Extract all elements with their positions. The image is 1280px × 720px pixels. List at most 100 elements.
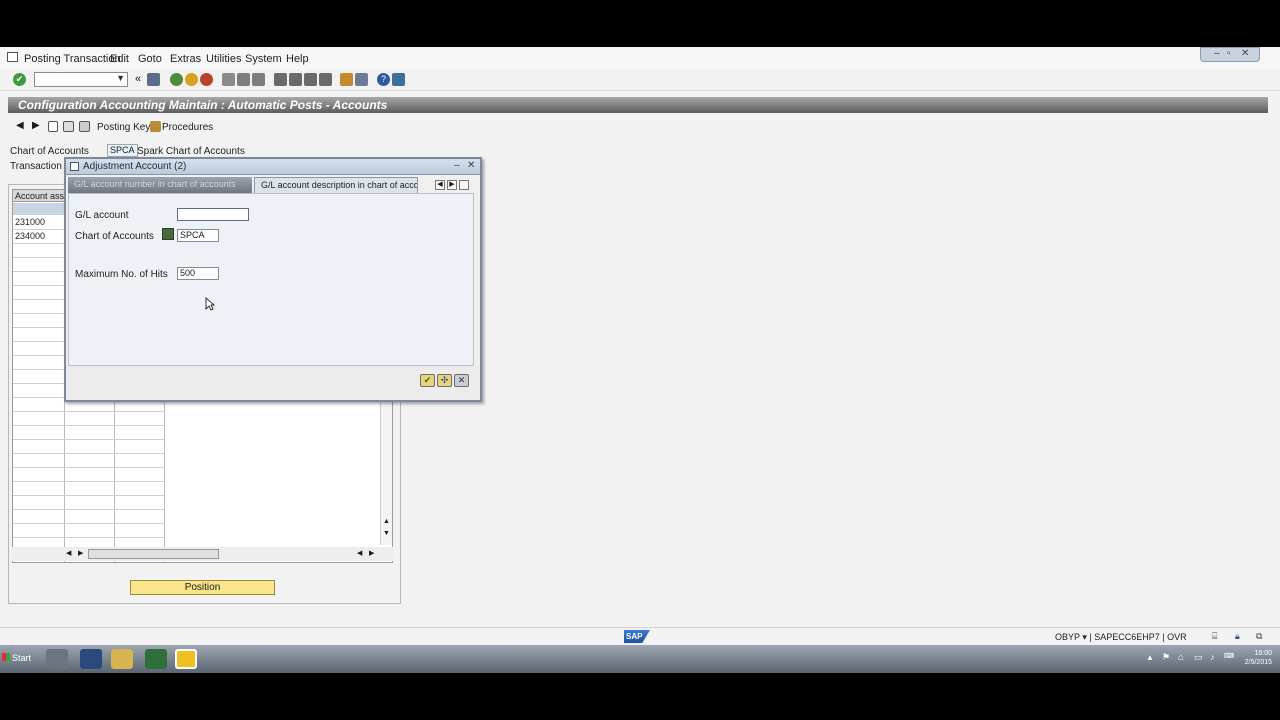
document-icon[interactable] <box>48 121 58 132</box>
scroll-thumb[interactable] <box>88 549 219 559</box>
procedures-button[interactable]: Procedures <box>162 122 213 133</box>
close-window-icon[interactable]: ✕ <box>1241 48 1249 59</box>
tab-gl-description[interactable]: G/L account description in chart of acco… <box>254 177 418 193</box>
menu-utilities[interactable]: Utilities <box>206 53 241 65</box>
chart-of-accounts-description: Spark Chart of Accounts <box>137 146 245 157</box>
menu-extras[interactable]: Extras <box>170 53 201 65</box>
sap-logon-icon[interactable] <box>175 649 197 669</box>
explorer-icon[interactable] <box>111 649 133 669</box>
volume-icon[interactable]: ♪ <box>1210 652 1215 662</box>
gl-account-input[interactable] <box>177 208 249 221</box>
exit-icon[interactable] <box>185 73 198 86</box>
procedures-icon <box>150 121 161 132</box>
dialog-tabs: G/L account number in chart of accounts … <box>68 177 476 193</box>
keyboard-icon[interactable]: ⌨ <box>1224 652 1234 660</box>
menu-edit[interactable]: Edit <box>110 53 129 65</box>
help-icon[interactable]: ? <box>377 73 390 86</box>
first-page-icon[interactable] <box>274 73 287 86</box>
scroll-left-icon[interactable]: ◀ <box>66 549 71 557</box>
sap-menu-icon[interactable] <box>7 52 18 62</box>
desktop-icon[interactable] <box>46 649 68 669</box>
table-icon[interactable] <box>79 121 90 132</box>
next-page-icon[interactable] <box>304 73 317 86</box>
cancel-icon[interactable] <box>200 73 213 86</box>
table-row[interactable]: 231000 <box>15 217 45 227</box>
new-session-icon[interactable] <box>340 73 353 86</box>
posting-key-button[interactable]: Posting Key <box>97 122 150 133</box>
save-icon[interactable] <box>147 73 160 86</box>
enter-check-icon[interactable]: ✔ <box>13 73 26 86</box>
table-row[interactable]: 234000 <box>15 231 45 241</box>
menu-goto[interactable]: Goto <box>138 53 162 65</box>
transaction-label: Transaction <box>10 161 62 172</box>
copy-icon[interactable] <box>63 121 74 132</box>
windows-logo-icon <box>2 653 10 661</box>
screen-title-bar: Configuration Accounting Maintain : Auto… <box>8 97 1268 113</box>
scroll-down-icon[interactable]: ▼ <box>383 530 390 537</box>
network-icon[interactable]: ⌂ <box>1178 652 1183 662</box>
windows-taskbar: Start ▲ ⚑ ⌂ ▭ ♪ ⌨ 16:00 2/5/2015 <box>0 645 1280 673</box>
previous-page-icon[interactable] <box>289 73 302 86</box>
menu-posting-transaction[interactable]: Posting Transaction <box>24 53 121 65</box>
command-field[interactable]: ▼ <box>34 72 128 87</box>
status-bar: SAP OBYP ▾ | SAPECC6EHP7 | OVR ⌸ 🔒︎ ⧉ <box>0 627 1280 645</box>
gl-account-label: G/L account <box>75 210 129 221</box>
minimize-icon[interactable]: – <box>1214 48 1220 59</box>
chart-of-accounts-label: Chart of Accounts <box>75 231 154 242</box>
standard-toolbar: ✔ ▼ « ? <box>0 69 1280 91</box>
left-arrow-icon[interactable]: ◀ <box>16 120 24 131</box>
status-list-icon[interactable]: ⌸ <box>1212 631 1217 642</box>
shortcut-icon[interactable] <box>355 73 368 86</box>
flag-icon[interactable]: ⚑ <box>1162 652 1170 663</box>
max-hits-label: Maximum No. of Hits <box>75 269 168 280</box>
maximize-icon[interactable]: ▫ <box>1227 48 1231 59</box>
tab-right-icon[interactable]: ▶ <box>447 180 457 190</box>
app-icon[interactable] <box>145 649 167 669</box>
taskbar-clock[interactable]: 16:00 2/5/2015 <box>1245 649 1272 667</box>
adjustment-account-dialog: Adjustment Account (2) – ✕ G/L account n… <box>64 157 482 402</box>
powershell-icon[interactable] <box>80 649 102 669</box>
scroll-right-icon[interactable]: ▶ <box>78 549 83 557</box>
max-hits-input[interactable]: 500 <box>177 267 219 280</box>
dialog-title-bar: Adjustment Account (2) – ✕ <box>66 159 480 175</box>
search-more-button[interactable]: ✣ <box>437 374 452 387</box>
chevron-down-icon: ▼ <box>116 73 125 83</box>
continue-button[interactable]: ✔ <box>420 374 435 387</box>
lock-icon[interactable]: 🔒︎ <box>1235 631 1240 642</box>
last-page-icon[interactable] <box>319 73 332 86</box>
application-toolbar: ◀ ▶ Posting Key Procedures <box>8 117 1268 137</box>
start-button[interactable]: Start <box>0 651 38 667</box>
battery-icon[interactable]: ▭ <box>1194 652 1203 663</box>
layout-icon[interactable]: ⧉ <box>1256 631 1262 642</box>
find-next-icon[interactable] <box>252 73 265 86</box>
scroll-right-icon[interactable]: ▶ <box>369 549 374 557</box>
tab-gl-number[interactable]: G/L account number in chart of accounts <box>68 177 252 193</box>
account-column-header[interactable]: Account ass <box>15 191 64 201</box>
scroll-left-icon[interactable]: ◀ <box>357 549 362 557</box>
chart-of-accounts-input[interactable]: SPCA <box>177 229 219 242</box>
tray-expand-icon[interactable]: ▲ <box>1146 653 1154 662</box>
collapse-icon[interactable]: « <box>135 73 141 85</box>
dialog-footer: ✔ ✣ ✕ <box>66 366 480 400</box>
menu-system[interactable]: System <box>245 53 282 65</box>
close-icon[interactable]: ✕ <box>467 160 475 171</box>
cancel-button[interactable]: ✕ <box>454 374 469 387</box>
horizontal-scrollbar[interactable]: ◀ ▶ ◀ ▶ <box>12 547 393 561</box>
minimize-icon[interactable]: – <box>454 160 460 171</box>
customize-layout-icon[interactable] <box>392 73 405 86</box>
print-icon[interactable] <box>222 73 235 86</box>
back-icon[interactable] <box>170 73 183 86</box>
system-info[interactable]: OBYP ▾ | SAPECC6EHP7 | OVR <box>1055 632 1187 643</box>
position-button[interactable]: Position <box>130 580 275 595</box>
tab-left-icon[interactable]: ◀ <box>435 180 445 190</box>
dialog-body: G/L account Chart of Accounts SPCA Maxim… <box>68 193 474 366</box>
dialog-menu-icon[interactable] <box>70 162 79 171</box>
sap-logo: SAP <box>624 630 650 643</box>
scroll-up-icon[interactable]: ▲ <box>383 518 390 525</box>
mouse-cursor-icon <box>205 297 215 311</box>
tab-list-icon[interactable] <box>459 180 469 190</box>
find-icon[interactable] <box>237 73 250 86</box>
menu-help[interactable]: Help <box>286 53 309 65</box>
right-arrow-icon[interactable]: ▶ <box>32 120 40 131</box>
window-controls: – ▫ ✕ <box>1200 47 1260 62</box>
